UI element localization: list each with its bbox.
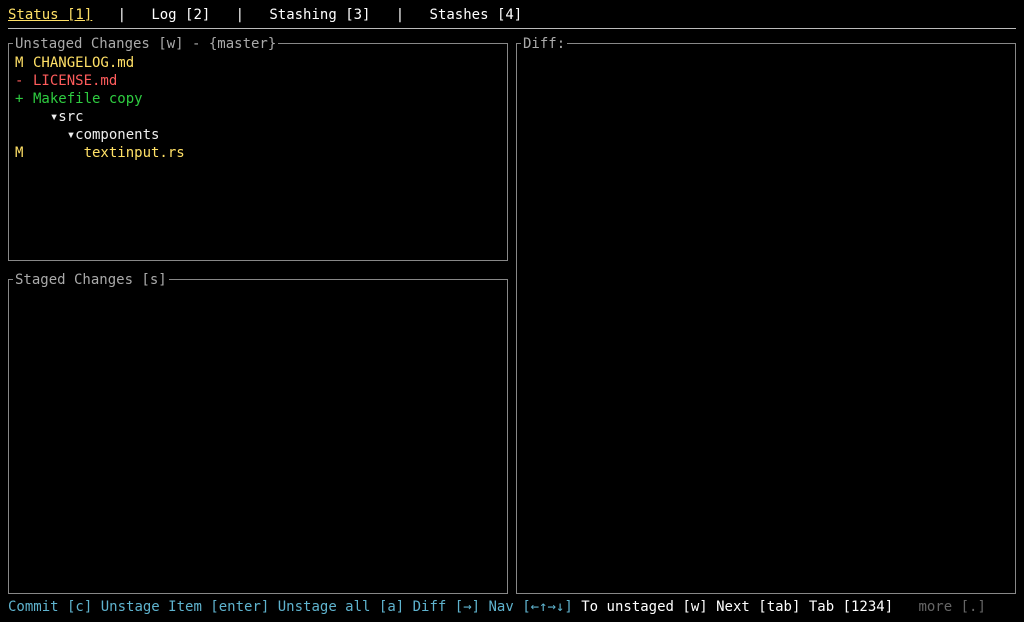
hint-to-unstaged[interactable]: To unstaged [w] xyxy=(581,598,707,616)
file-row[interactable]: +Makefile copy xyxy=(15,90,501,108)
tab-separator: | xyxy=(210,6,269,24)
file-status-icon: M xyxy=(15,54,33,72)
tab-log[interactable]: Log [2] xyxy=(151,6,210,24)
file-status-icon: M xyxy=(15,144,33,162)
tree-name: ▾src xyxy=(50,108,84,126)
hint-nav-label: Nav xyxy=(489,598,514,616)
hint-next[interactable]: Next [tab] xyxy=(716,598,800,616)
hint-unstage-all[interactable]: Unstage all [a] xyxy=(278,598,404,616)
tab-status[interactable]: Status [1] xyxy=(8,6,92,24)
tree-label xyxy=(33,108,50,126)
file-status-icon: + xyxy=(15,90,33,108)
hint-commit[interactable]: Commit [c] xyxy=(8,598,92,616)
tab-stashes[interactable]: Stashes [4] xyxy=(430,6,523,24)
file-status-icon xyxy=(15,108,33,126)
tab-stashing[interactable]: Stashing [3] xyxy=(269,6,370,24)
unstaged-panel[interactable]: Unstaged Changes [w] - {master} MCHANGEL… xyxy=(8,43,508,261)
main-area: Unstaged Changes [w] - {master} MCHANGEL… xyxy=(0,29,1024,594)
hint-nav-keys: [←↑→↓] xyxy=(522,598,573,616)
unstaged-title: Unstaged Changes [w] - {master} xyxy=(13,35,278,53)
hint-diff[interactable]: Diff [→] xyxy=(413,598,480,616)
diff-title: Diff: xyxy=(521,35,567,53)
tab-separator: | xyxy=(371,6,430,24)
staged-panel[interactable]: Staged Changes [s] xyxy=(8,279,508,594)
tree-name: ▾components xyxy=(67,126,160,144)
hint-tab[interactable]: Tab [1234] xyxy=(809,598,893,616)
file-name: CHANGELOG.md xyxy=(33,54,134,72)
hint-unstage-item[interactable]: Unstage Item [enter] xyxy=(101,598,270,616)
file-row[interactable]: MCHANGELOG.md xyxy=(15,54,501,72)
left-column: Unstaged Changes [w] - {master} MCHANGEL… xyxy=(8,35,508,594)
tab-bar: Status [1] | Log [2] | Stashing [3] | St… xyxy=(0,0,1024,24)
file-row[interactable]: -LICENSE.md xyxy=(15,72,501,90)
file-status-icon: - xyxy=(15,72,33,90)
file-row[interactable]: M textinput.rs xyxy=(15,144,501,162)
tree-indent xyxy=(33,144,84,162)
tree-label xyxy=(33,126,67,144)
file-name: textinput.rs xyxy=(84,144,185,162)
unstaged-file-list: MCHANGELOG.md -LICENSE.md +Makefile copy… xyxy=(15,54,501,162)
tab-separator: | xyxy=(92,6,151,24)
file-name: LICENSE.md xyxy=(33,72,117,90)
file-name: Makefile copy xyxy=(33,90,143,108)
tree-folder[interactable]: ▾components xyxy=(15,126,501,144)
footer-hints: Commit [c] Unstage Item [enter] Unstage … xyxy=(0,594,1024,622)
hint-more[interactable]: more [.] xyxy=(918,598,985,616)
diff-panel[interactable]: Diff: xyxy=(516,43,1016,594)
right-column: Diff: xyxy=(516,35,1016,594)
tree-folder[interactable]: ▾src xyxy=(15,108,501,126)
staged-title: Staged Changes [s] xyxy=(13,271,169,289)
file-status-icon xyxy=(15,126,33,144)
